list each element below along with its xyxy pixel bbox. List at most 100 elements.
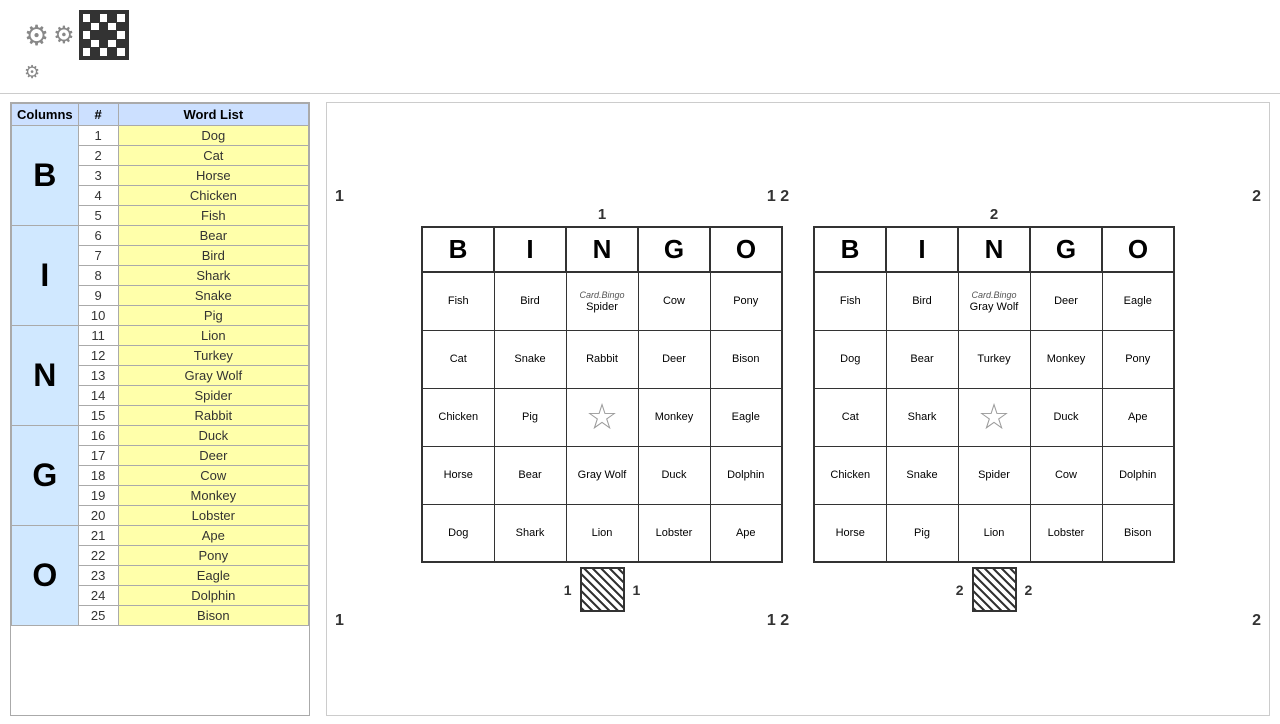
bingo-cell-r2-c1: Pig: [494, 388, 566, 446]
bingo-cell-r3-c0: Horse: [422, 446, 494, 504]
bingo-cards-row: 1 BINGOFishBirdCard.BingoSpiderCowPonyCa…: [421, 206, 1175, 612]
bingo-cell-r2-c4: Ape: [1102, 388, 1174, 446]
bingo-cell-r3-c1: Snake: [886, 446, 958, 504]
row-word-6: Bear: [118, 226, 308, 246]
card1-top-num: 1: [598, 206, 606, 223]
card2-top-num: 2: [990, 206, 998, 223]
row-num-25: 25: [78, 606, 118, 626]
bingo-cell-r0-c2: Card.BingoSpider: [566, 272, 638, 330]
bingo-cell-r3-c3: Cow: [1030, 446, 1102, 504]
row-word-8: Shark: [118, 266, 308, 286]
row-num-6: 6: [78, 226, 118, 246]
bingo-area: 1 1 2 2 1 BINGOFishBirdCard.BingoSpiderC…: [326, 102, 1270, 716]
bingo-cell-r0-c1: Bird: [494, 272, 566, 330]
bingo-card-icon: [79, 10, 129, 60]
bingo-cell-r1-c1: Snake: [494, 330, 566, 388]
row-num-17: 17: [78, 446, 118, 466]
bingo-cell-r0-c3: Deer: [1030, 272, 1102, 330]
row-word-11: Lion: [118, 326, 308, 346]
bingo-cell-r2-c0: Chicken: [422, 388, 494, 446]
card2-bottom: 2 2: [956, 567, 1033, 612]
bingo-cell-r2-c3: Monkey: [638, 388, 710, 446]
row-word-13: Gray Wolf: [118, 366, 308, 386]
row-word-25: Bison: [118, 606, 308, 626]
bingo-cell-r3-c4: Dolphin: [710, 446, 782, 504]
bingo-cell-r2-c3: Duck: [1030, 388, 1102, 446]
bingo-card-1: 1 BINGOFishBirdCard.BingoSpiderCowPonyCa…: [421, 206, 783, 612]
row-word-14: Spider: [118, 386, 308, 406]
bingo-header-O: O: [1102, 227, 1174, 272]
row-word-12: Turkey: [118, 346, 308, 366]
header: ⚙ ⚙ ⚙: [0, 0, 1280, 94]
card2-qr: [972, 567, 1017, 612]
row-word-5: Fish: [118, 206, 308, 226]
bingo-cell-r1-c3: Deer: [638, 330, 710, 388]
bingo-header-B: B: [814, 227, 886, 272]
row-num-15: 15: [78, 406, 118, 426]
row-num-12: 12: [78, 346, 118, 366]
bingo-cell-r3-c0: Chicken: [814, 446, 886, 504]
bingo-header-N: N: [566, 227, 638, 272]
row-word-17: Deer: [118, 446, 308, 466]
row-num-13: 13: [78, 366, 118, 386]
col-label-b: B: [12, 126, 79, 226]
bingo-cell-r4-c1: Shark: [494, 504, 566, 562]
bingo-header-G: G: [638, 227, 710, 272]
outer-top-right-2: 2: [1252, 188, 1261, 206]
row-word-10: Pig: [118, 306, 308, 326]
word-table-wrap: Columns # Word List B1Dog2Cat3Horse4Chic…: [10, 102, 310, 716]
col-label-o: O: [12, 526, 79, 626]
bingo-cell-r1-c2: Turkey: [958, 330, 1030, 388]
gear-icon-3: ⚙: [24, 62, 40, 83]
card2-bottom-num-left: 2: [956, 582, 964, 598]
bingo-cell-r3-c2: Spider: [958, 446, 1030, 504]
bingo-card-2: 2 BINGOFishBirdCard.BingoGray WolfDeerEa…: [813, 206, 1175, 612]
word-table: Columns # Word List B1Dog2Cat3Horse4Chic…: [11, 103, 309, 626]
row-word-4: Chicken: [118, 186, 308, 206]
bingo-cell-r1-c3: Monkey: [1030, 330, 1102, 388]
gear-icon-1: ⚙: [24, 19, 49, 52]
bingo-cell-r3-c3: Duck: [638, 446, 710, 504]
bingo-header-I: I: [886, 227, 958, 272]
bingo-cell-r4-c0: Dog: [422, 504, 494, 562]
logo-area: ⚙ ⚙ ⚙: [20, 10, 240, 83]
bingo-header-B: B: [422, 227, 494, 272]
row-num-23: 23: [78, 566, 118, 586]
row-num-11: 11: [78, 326, 118, 346]
col-header-columns: Columns: [12, 104, 79, 126]
bingo-cell-r1-c0: Cat: [422, 330, 494, 388]
row-num-5: 5: [78, 206, 118, 226]
bingo-cell-r4-c1: Pig: [886, 504, 958, 562]
bingo-cell-r2-c0: Cat: [814, 388, 886, 446]
outer-top-mid-1: 1 2: [767, 188, 789, 206]
row-num-7: 7: [78, 246, 118, 266]
row-num-16: 16: [78, 426, 118, 446]
bingo-cell-r3-c2: Gray Wolf: [566, 446, 638, 504]
bingo-cell-r1-c4: Bison: [710, 330, 782, 388]
card1-bottom-num-right: 1: [633, 582, 641, 598]
row-word-16: Duck: [118, 426, 308, 446]
row-num-18: 18: [78, 466, 118, 486]
bingo-header-G: G: [1030, 227, 1102, 272]
outer-bot-mid: 1 2: [767, 612, 789, 630]
bingo-header-O: O: [710, 227, 782, 272]
row-num-10: 10: [78, 306, 118, 326]
row-word-21: Ape: [118, 526, 308, 546]
row-word-18: Cow: [118, 466, 308, 486]
bingo-cell-r2-c1: Shark: [886, 388, 958, 446]
bingo-cell-r3-c1: Bear: [494, 446, 566, 504]
bingo-cell-r1-c1: Bear: [886, 330, 958, 388]
bingo-cell-r4-c2: Lion: [566, 504, 638, 562]
bingo-card-table-2: BINGOFishBirdCard.BingoGray WolfDeerEagl…: [813, 226, 1175, 563]
bingo-cell-r4-c3: Lobster: [638, 504, 710, 562]
bingo-header-N: N: [958, 227, 1030, 272]
bingo-cell-r2-c2: ☆: [958, 388, 1030, 446]
row-num-9: 9: [78, 286, 118, 306]
row-word-2: Cat: [118, 146, 308, 166]
row-word-23: Eagle: [118, 566, 308, 586]
col-label-g: G: [12, 426, 79, 526]
logo-text: ⚙ ⚙ ⚙: [20, 10, 129, 83]
row-num-4: 4: [78, 186, 118, 206]
bingo-card-table-1: BINGOFishBirdCard.BingoSpiderCowPonyCatS…: [421, 226, 783, 563]
card1-bottom-num-left: 1: [564, 582, 572, 598]
